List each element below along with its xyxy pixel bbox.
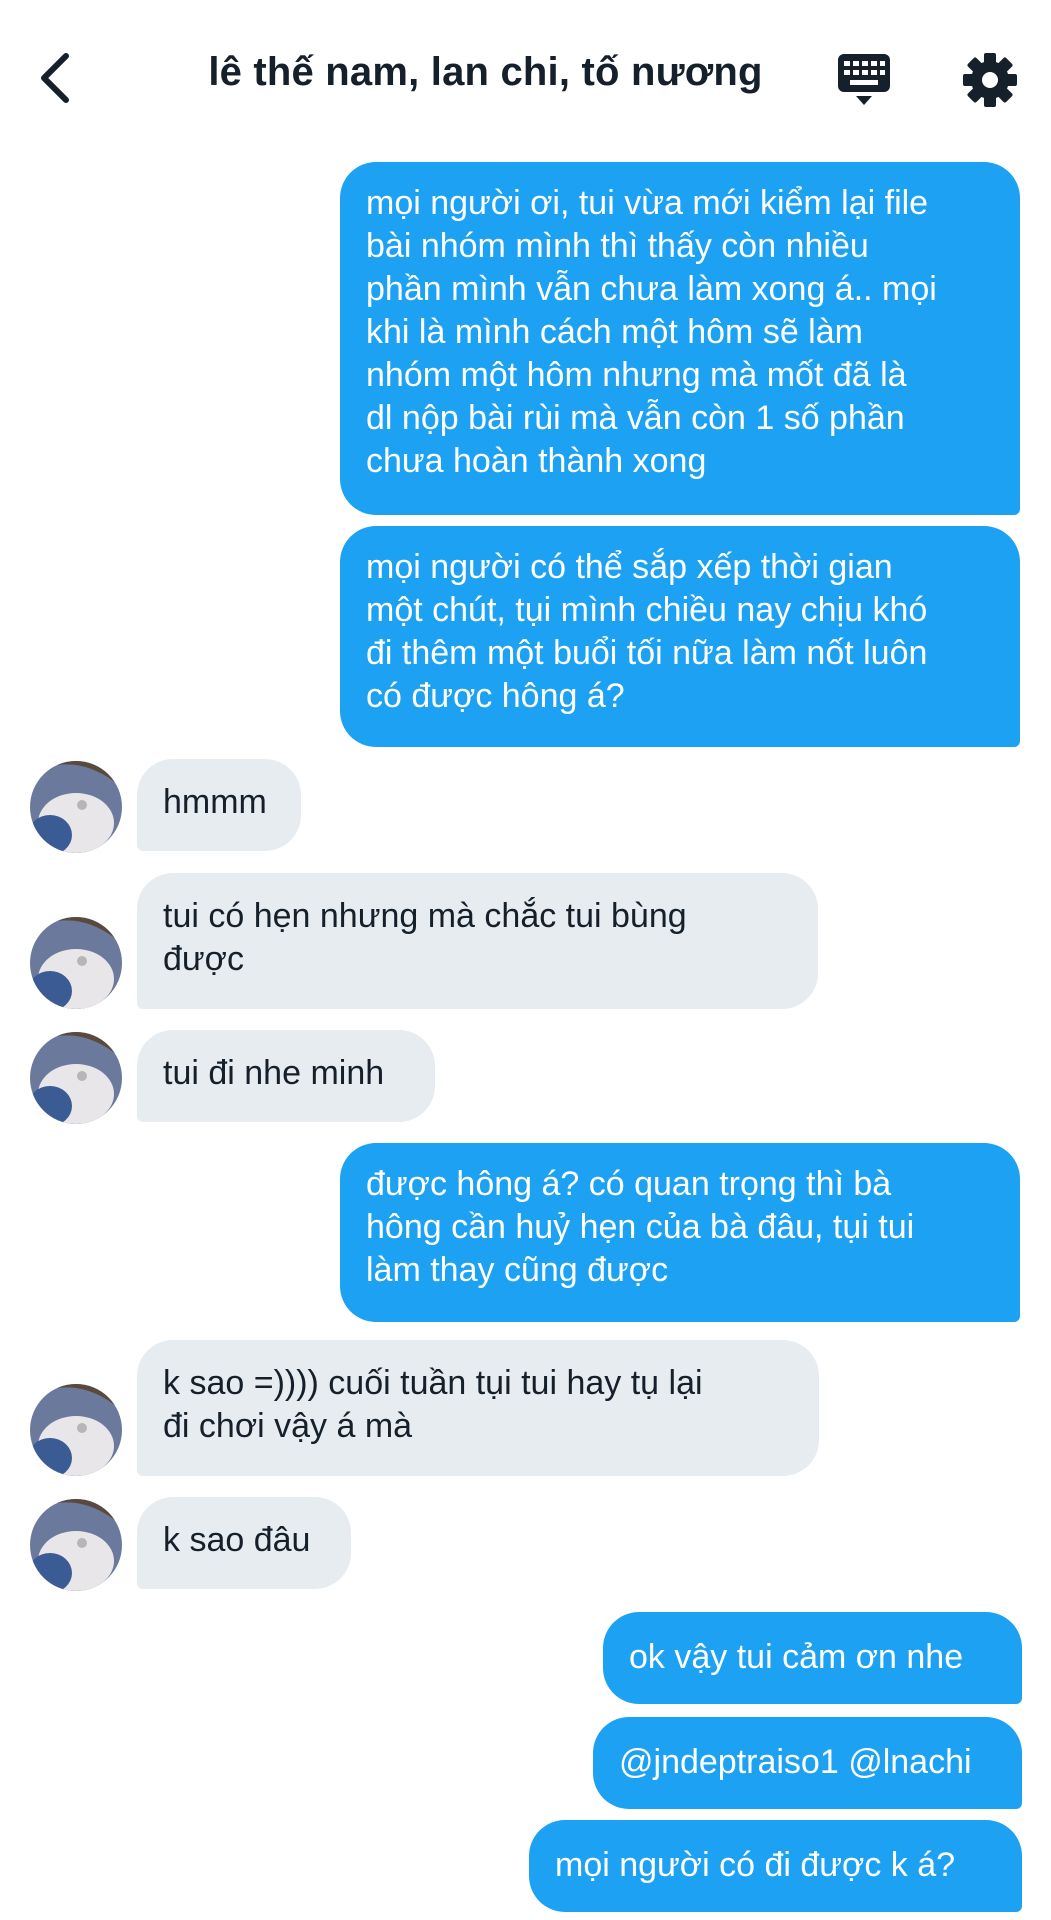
message-bubble-sent[interactable]: mọi người có thể sắp xếp thời gian một c…	[340, 526, 1020, 747]
message-bubble-received[interactable]: tui có hẹn nhưng mà chắc tui bùng được	[137, 873, 818, 1009]
avatar[interactable]	[30, 761, 122, 853]
message-bubble-sent[interactable]: ok vậy tui cảm ơn nhe	[603, 1612, 1022, 1704]
gear-icon	[963, 53, 1017, 107]
conversation-title: lê thế nam, lan chi, tố nương	[208, 50, 763, 94]
chevron-left-icon	[41, 53, 69, 103]
avatar[interactable]	[30, 1032, 122, 1124]
avatar[interactable]	[30, 1499, 122, 1591]
avatar[interactable]	[30, 917, 122, 1009]
keyboard-icon	[838, 54, 890, 105]
keyboard-button[interactable]	[836, 52, 892, 108]
message-bubble-received[interactable]: hmmm	[137, 759, 301, 851]
message-bubble-received[interactable]: k sao =)))) cuối tuần tụi tui hay tụ lại…	[137, 1340, 819, 1476]
avatar[interactable]	[30, 1384, 122, 1476]
message-bubble-sent[interactable]: mọi người ơi, tui vừa mới kiểm lại file …	[340, 162, 1020, 515]
message-bubble-received[interactable]: tui đi nhe minh	[137, 1030, 435, 1122]
settings-button[interactable]	[962, 52, 1018, 108]
conversation-header: lê thế nam, lan chi, tố nương	[0, 0, 1051, 150]
message-bubble-sent[interactable]: mọi người có đi được k á?	[529, 1820, 1022, 1912]
message-bubble-sent[interactable]: được hông á? có quan trọng thì bà hông c…	[340, 1143, 1020, 1322]
message-bubble-sent[interactable]: @jndeptraiso1 @lnachi	[593, 1717, 1022, 1809]
message-bubble-received[interactable]: k sao đâu	[137, 1497, 351, 1589]
back-button[interactable]	[34, 48, 78, 108]
